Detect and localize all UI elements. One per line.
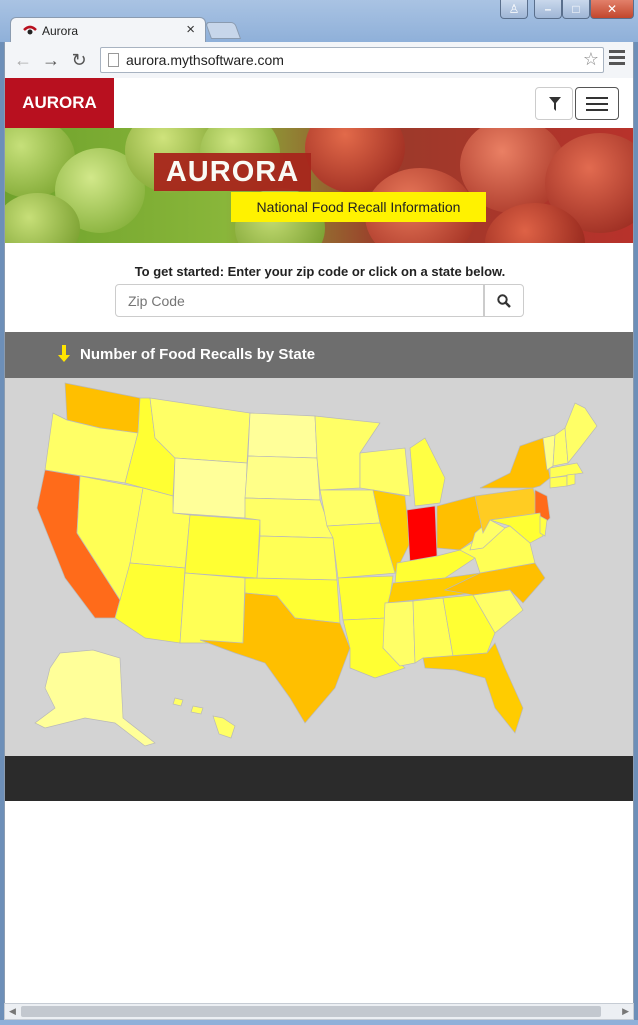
state-in[interactable] bbox=[406, 505, 438, 564]
address-bar[interactable]: aurora.mythsoftware.com ☆ bbox=[100, 47, 604, 73]
browser-toolbar: ← → ↻ aurora.mythsoftware.com ☆ bbox=[4, 42, 634, 78]
zip-code-input[interactable] bbox=[115, 284, 484, 317]
hero-title: AURORA bbox=[154, 153, 311, 191]
state-ia[interactable] bbox=[319, 489, 381, 527]
scrollbar-thumb[interactable] bbox=[21, 1006, 601, 1017]
state-mi[interactable] bbox=[409, 437, 446, 507]
tab-close-icon[interactable]: × bbox=[186, 21, 195, 38]
menu-icon bbox=[586, 97, 608, 99]
favicon-icon bbox=[23, 25, 37, 35]
back-icon[interactable]: ← bbox=[11, 48, 35, 72]
us-recall-map[interactable] bbox=[5, 378, 633, 756]
profile-button[interactable]: ♙ bbox=[500, 0, 528, 19]
site-navbar: AURORA bbox=[5, 78, 633, 128]
browser-tab[interactable]: Aurora × bbox=[10, 17, 206, 43]
horizontal-scrollbar[interactable]: ◀ ▶ bbox=[4, 1003, 634, 1020]
forward-icon[interactable]: → bbox=[39, 48, 63, 72]
state-ny[interactable] bbox=[479, 437, 551, 489]
page-content: AURORA AURORA National Food Recall Infor… bbox=[4, 78, 634, 1003]
minimize-icon: – bbox=[544, 2, 552, 16]
map-heading-bar: Number of Food Recalls by State bbox=[5, 332, 633, 378]
maximize-button[interactable]: □ bbox=[562, 0, 590, 19]
scroll-left-icon[interactable]: ◀ bbox=[9, 1006, 16, 1017]
minimize-button[interactable]: – bbox=[534, 0, 562, 19]
search-button[interactable] bbox=[484, 284, 524, 317]
arrow-down-icon bbox=[58, 345, 70, 362]
map-heading: Number of Food Recalls by State bbox=[80, 346, 316, 363]
state-de[interactable] bbox=[539, 515, 548, 537]
window-titlebar: Aurora × ♙ – □ ✕ bbox=[0, 0, 638, 43]
star-icon[interactable]: ☆ bbox=[583, 49, 599, 70]
browser-menu-icon[interactable] bbox=[609, 50, 625, 68]
menu-toggle-button[interactable] bbox=[575, 87, 619, 120]
filter-button[interactable] bbox=[535, 87, 573, 120]
state-ri[interactable] bbox=[566, 473, 576, 487]
maximize-icon: □ bbox=[572, 2, 580, 16]
search-icon bbox=[497, 294, 511, 308]
state-nm[interactable] bbox=[179, 572, 246, 644]
state-wy[interactable] bbox=[172, 457, 248, 519]
state-ak[interactable] bbox=[34, 649, 156, 747]
new-tab-button[interactable] bbox=[204, 22, 242, 39]
state-co[interactable] bbox=[184, 514, 261, 579]
brand-logo[interactable]: AURORA bbox=[5, 78, 114, 128]
hero-subtitle: National Food Recall Information bbox=[231, 192, 486, 222]
state-hi[interactable] bbox=[172, 697, 236, 739]
url-text[interactable]: aurora.mythsoftware.com bbox=[126, 52, 284, 68]
tab-title: Aurora bbox=[42, 24, 79, 38]
get-started-prompt: To get started: Enter your zip code or c… bbox=[134, 264, 506, 279]
reload-icon[interactable]: ↻ bbox=[67, 48, 91, 72]
user-icon: ♙ bbox=[508, 2, 520, 16]
filter-icon bbox=[549, 97, 561, 111]
hero-banner: AURORA National Food Recall Information bbox=[5, 128, 633, 243]
window-frame bbox=[0, 1020, 638, 1025]
close-icon: ✕ bbox=[606, 2, 618, 16]
state-ks[interactable] bbox=[256, 535, 338, 581]
state-wi[interactable] bbox=[359, 447, 411, 497]
close-window-button[interactable]: ✕ bbox=[590, 0, 634, 19]
state-nd[interactable] bbox=[247, 412, 318, 459]
scroll-right-icon[interactable]: ▶ bbox=[622, 1006, 629, 1017]
state-sd[interactable] bbox=[244, 455, 321, 501]
state-me[interactable] bbox=[564, 402, 598, 464]
page-icon bbox=[108, 53, 119, 67]
state-ct[interactable] bbox=[549, 475, 568, 489]
page-footer bbox=[5, 756, 633, 801]
state-fl[interactable] bbox=[422, 642, 524, 734]
